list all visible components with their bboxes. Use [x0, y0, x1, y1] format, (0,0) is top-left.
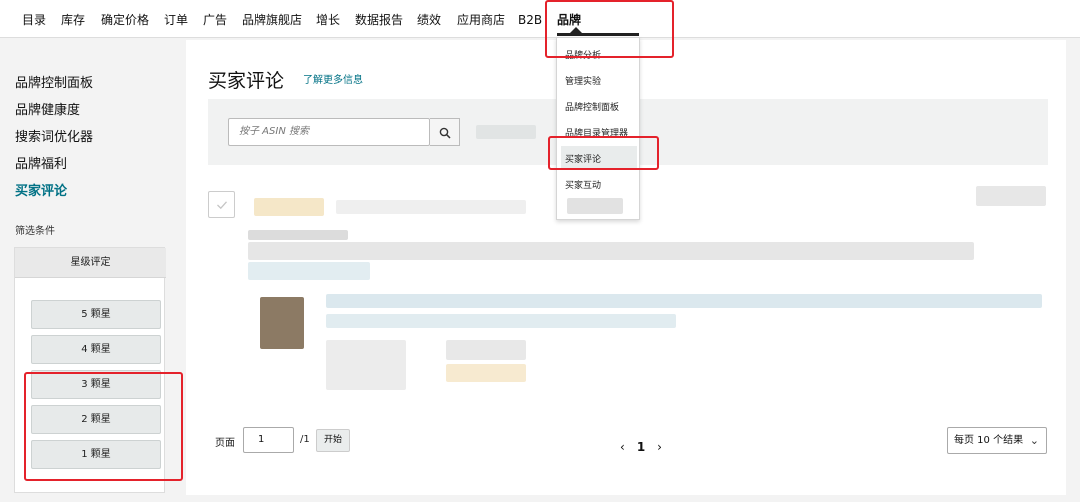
sidebar-item-search-optimizer[interactable]: 搜索词优化器 [15, 126, 93, 145]
go-button[interactable]: 开始 [316, 429, 350, 452]
blurred-reviewer [248, 230, 348, 240]
pager: ‹ 1 › [620, 440, 674, 454]
filter-5-star-button[interactable]: 5 颗星 [31, 300, 161, 329]
nav-brand-store[interactable]: 品牌旗舰店 [242, 12, 302, 28]
sidebar-item-brand-benefits[interactable]: 品牌福利 [15, 153, 67, 172]
results-per-page-select[interactable]: 每页 10 个结果 ⌄ [947, 427, 1047, 454]
blurred-review-link [248, 262, 370, 280]
top-navigation: 目录 库存 确定价格 订单 广告 品牌旗舰店 增长 数据报告 绩效 应用商店 B… [0, 0, 1080, 38]
highlight-box-low-star-filters [24, 372, 183, 481]
brand-dropdown-menu: 品牌分析 管理实验 品牌控制面板 品牌目录管理器 买家评论 买家互动 [556, 37, 640, 220]
highlight-box-brand-nav [545, 0, 674, 58]
blurred-product-meta-1 [326, 340, 406, 390]
blurred-review-rating [254, 198, 324, 216]
blurred-product-meta-2 [446, 340, 526, 360]
blurred-filter-text [476, 125, 536, 139]
menu-item-brand-dashboard[interactable]: 品牌控制面板 [565, 100, 619, 113]
nav-reports[interactable]: 数据报告 [355, 12, 403, 28]
chevron-down-icon: ⌄ [1029, 434, 1039, 447]
prev-page-icon[interactable]: ‹ [620, 440, 625, 454]
page-total: /1 [300, 434, 310, 445]
nav-b2b[interactable]: B2B [518, 12, 542, 28]
page-title: 买家评论 [208, 70, 285, 92]
search-icon [439, 127, 451, 139]
nav-advertising[interactable]: 广告 [203, 12, 227, 28]
sidebar-item-customer-reviews[interactable]: 买家评论 [15, 180, 67, 199]
search-button[interactable] [430, 118, 460, 146]
nav-orders[interactable]: 订单 [164, 12, 188, 28]
nav-growth[interactable]: 增长 [316, 12, 340, 28]
nav-appstore[interactable]: 应用商店 [457, 12, 505, 28]
per-page-label: 每页 10 个结果 [954, 435, 1024, 446]
blurred-product-subtitle [326, 314, 676, 328]
nav-inventory[interactable]: 库存 [61, 12, 85, 28]
blurred-menu-item [567, 198, 623, 214]
nav-catalog[interactable]: 目录 [22, 12, 46, 28]
nav-pricing[interactable]: 确定价格 [101, 12, 149, 28]
next-page-icon[interactable]: › [657, 440, 662, 454]
page-number-input[interactable]: 1 [243, 427, 294, 453]
current-page[interactable]: 1 [637, 440, 645, 454]
menu-item-experiments[interactable]: 管理实验 [565, 74, 601, 87]
sidebar-item-brand-dashboard[interactable]: 品牌控制面板 [15, 72, 93, 91]
blurred-product-image [260, 297, 304, 349]
filter-4-star-button[interactable]: 4 颗星 [31, 335, 161, 364]
blurred-product-meta-3 [446, 364, 526, 382]
blurred-review-date [976, 186, 1046, 206]
blurred-review-title [336, 200, 526, 214]
asin-search-input[interactable]: 按子 ASIN 搜索 [228, 118, 430, 146]
menu-item-customer-engagement[interactable]: 买家互动 [565, 178, 601, 191]
blurred-review-body [248, 242, 974, 260]
check-icon [217, 201, 227, 210]
highlight-box-customer-reviews [548, 136, 659, 170]
blurred-product-title [326, 294, 1042, 308]
nav-performance[interactable]: 绩效 [417, 12, 441, 28]
page-label: 页面 [215, 438, 235, 449]
star-rating-header[interactable]: 星级评定 [15, 248, 166, 278]
sidebar-item-brand-health[interactable]: 品牌健康度 [15, 99, 80, 118]
review-select-checkbox[interactable] [208, 191, 235, 218]
filter-title: 筛选条件 [15, 226, 55, 237]
learn-more-link[interactable]: 了解更多信息 [303, 71, 363, 86]
